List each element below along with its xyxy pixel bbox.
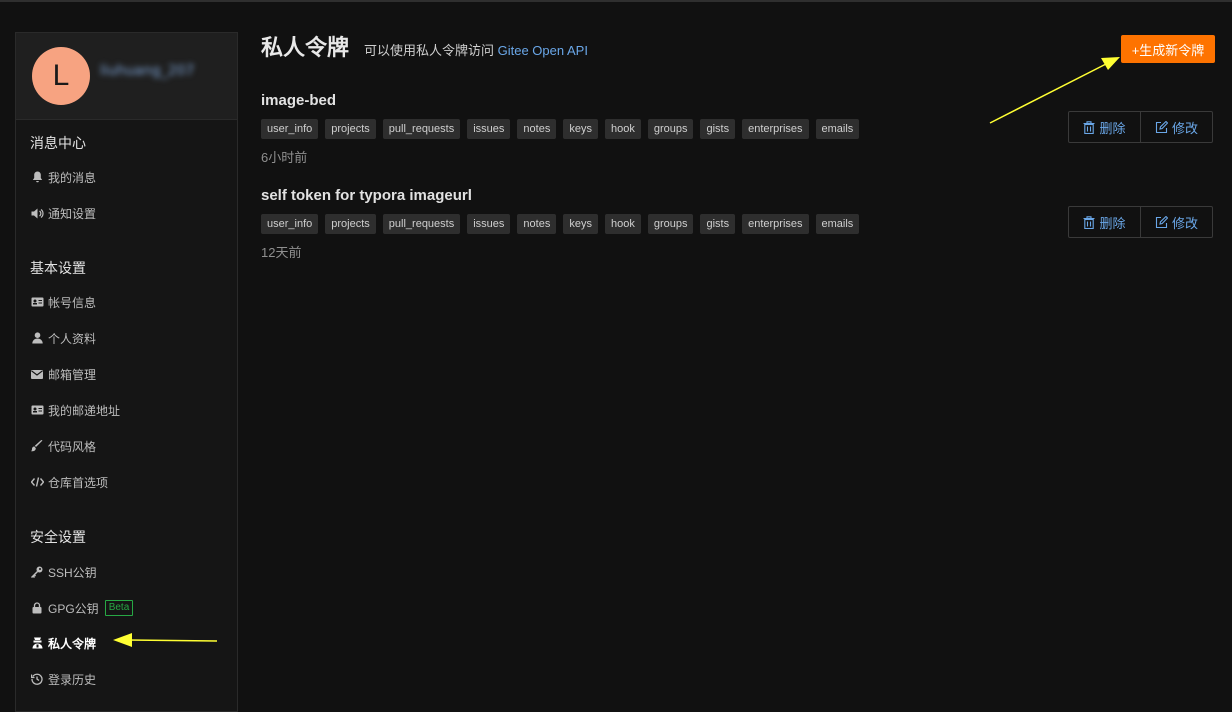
scope-tag: enterprises [742,214,809,234]
token-scopes: user_info projects pull_requests issues … [261,119,860,139]
beta-badge: Beta [104,600,134,616]
delete-token-button[interactable]: 删除 [1069,112,1140,142]
scope-tag: emails [815,119,860,139]
delete-token-button[interactable]: 删除 [1069,207,1140,237]
token-actions: 删除 修改 [1068,206,1213,238]
sidebar-item-code-style[interactable]: 代码风格 [30,437,96,455]
scope-tag: gists [700,119,736,139]
edit-label: 修改 [1171,120,1198,136]
edit-icon [1155,215,1168,228]
sidebar-item-gpg-keys[interactable]: GPG公钥 Beta [30,599,134,617]
sidebar-item-label: 我的消息 [48,170,97,185]
edit-label: 修改 [1171,215,1198,231]
edit-icon [1155,120,1168,133]
sidebar-item-label: 邮箱管理 [48,367,97,382]
edit-token-button[interactable]: 修改 [1140,112,1212,142]
token-name: image-bed [261,92,337,109]
sidebar-item-label: 登录历史 [48,672,97,687]
sidebar-item-label: SSH公钥 [48,565,97,580]
sidebar-item-label: 我的邮递地址 [48,403,121,418]
scope-tag: enterprises [742,119,809,139]
page-title: 私人令牌 [261,35,350,60]
volume-icon [30,206,44,220]
scope-tag: issues [467,119,511,139]
token-time: 6小时前 [261,150,308,165]
sidebar-item-login-history[interactable]: 登录历史 [30,670,96,688]
token-time: 12天前 [261,245,302,260]
scope-tag: hook [604,119,641,139]
delete-label: 删除 [1099,120,1126,136]
lock-icon [30,601,44,615]
sidebar-item-label: 私人令牌 [48,636,97,651]
sidebar-item-my-messages[interactable]: 我的消息 [30,168,96,186]
sidebar-item-label: 帐号信息 [48,295,97,310]
sidebar-item-private-tokens[interactable]: 私人令牌 [30,634,96,652]
scope-tag: projects [325,214,376,234]
brush-icon [30,439,44,453]
avatar[interactable]: L [32,47,90,105]
token-icon [30,636,44,650]
scope-tag: keys [563,214,598,234]
delete-label: 删除 [1099,215,1126,231]
token-item: self token for typora imageurl user_info… [261,187,1221,267]
token-scopes: user_info projects pull_requests issues … [261,214,860,234]
scope-tag: issues [467,214,511,234]
sidebar-item-label: GPG公钥 [48,601,99,616]
scope-tag: emails [815,214,860,234]
scope-tag: groups [647,119,694,139]
address-card-icon [30,403,44,417]
group-title-messages: 消息中心 [30,135,86,151]
group-title-security: 安全设置 [30,529,86,545]
scope-tag: pull_requests [382,214,461,234]
top-border [0,0,1232,2]
sidebar-item-label: 通知设置 [48,206,97,221]
sidebar-item-account-info[interactable]: 帐号信息 [30,293,96,311]
token-item: image-bed user_info projects pull_reques… [261,92,1221,172]
token-actions: 删除 修改 [1068,111,1213,143]
sidebar-item-notification-settings[interactable]: 通知设置 [30,204,96,222]
scope-tag: keys [563,119,598,139]
scope-tag: groups [647,214,694,234]
key-icon [30,565,44,579]
page-subtitle: 可以使用私人令牌访问 Gitee Open API [364,40,588,59]
profile-header: L liuhuang_207 [16,33,237,120]
token-name: self token for typora imageurl [261,187,472,204]
sidebar-item-label: 个人资料 [48,331,97,346]
id-card-icon [30,295,44,309]
scope-tag: pull_requests [382,119,461,139]
sidebar-item-label: 仓库首选项 [48,475,109,490]
user-icon [30,331,44,345]
group-title-basic: 基本设置 [30,260,86,276]
trash-icon [1083,120,1095,134]
gitee-open-api-link[interactable]: Gitee Open API [498,43,588,58]
scope-tag: user_info [261,214,319,234]
settings-sidebar: L liuhuang_207 消息中心 我的消息 通知设置 基本设置 帐号信息 … [15,32,238,712]
sidebar-item-mailing-address[interactable]: 我的邮递地址 [30,401,120,419]
edit-token-button[interactable]: 修改 [1140,207,1212,237]
scope-tag: gists [700,214,736,234]
sidebar-item-email-management[interactable]: 邮箱管理 [30,365,96,383]
subtitle-text: 可以使用私人令牌访问 [364,43,498,58]
sidebar-item-label: 代码风格 [48,439,97,454]
sidebar-item-ssh-keys[interactable]: SSH公钥 [30,563,97,581]
code-icon [30,475,44,489]
history-icon [30,672,44,686]
sidebar-item-repo-preferences[interactable]: 仓库首选项 [30,473,108,491]
envelope-icon [30,367,44,381]
scope-tag: projects [325,119,376,139]
sidebar-item-profile[interactable]: 个人资料 [30,329,96,347]
bell-icon [30,170,44,184]
trash-icon [1083,215,1095,229]
scope-tag: hook [604,214,641,234]
scope-tag: notes [517,214,557,234]
scope-tag: notes [517,119,557,139]
scope-tag: user_info [261,119,319,139]
username[interactable]: liuhuang_207 [100,63,194,79]
generate-token-button[interactable]: +生成新令牌 [1121,35,1215,63]
